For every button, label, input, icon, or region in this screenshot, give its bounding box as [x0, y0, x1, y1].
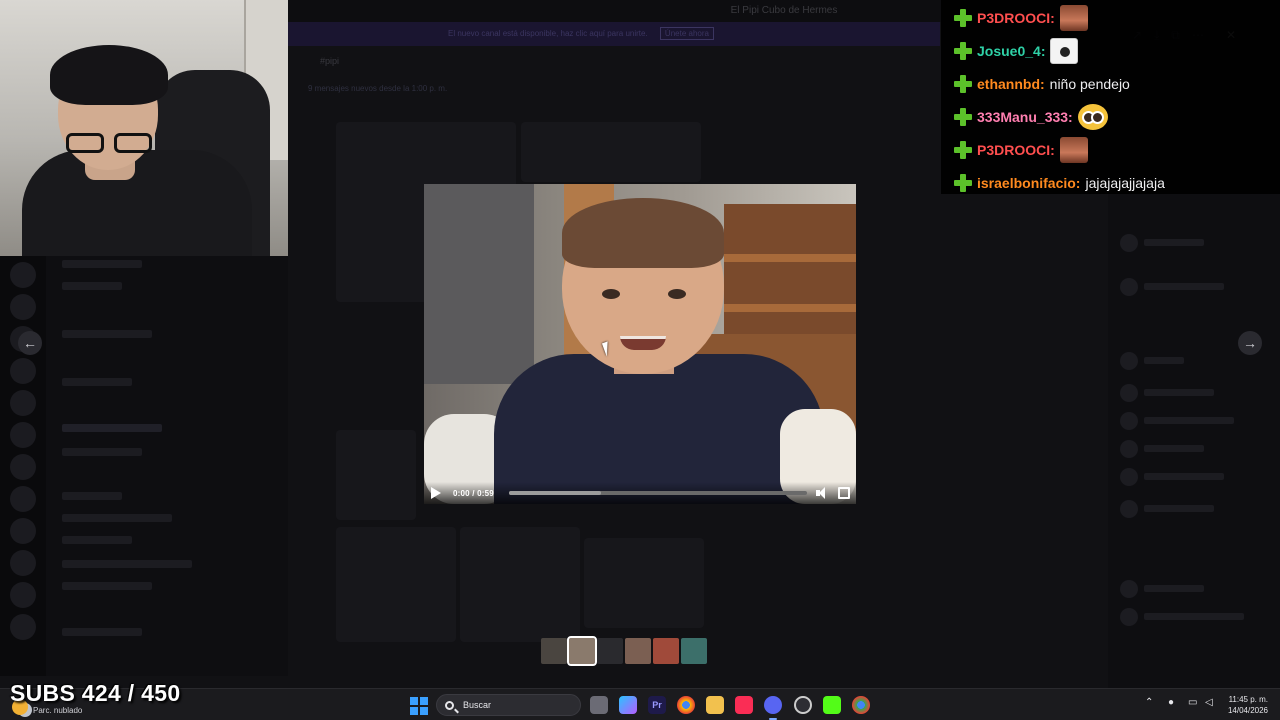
sub-badge-icon: [953, 140, 973, 160]
channel-list: [46, 256, 288, 676]
attachment-thumbnails: [541, 636, 707, 666]
chat-username[interactable]: israelbonifacio:: [977, 175, 1080, 191]
previous-arrow-icon[interactable]: ←: [18, 331, 42, 355]
chat-username[interactable]: P3DROOCI:: [977, 142, 1055, 158]
volume-tray-icon[interactable]: ◁: [1205, 697, 1213, 708]
notice-banner-button[interactable]: Únete ahora: [659, 27, 714, 40]
kick-icon[interactable]: [823, 696, 841, 714]
channel-header: #pipi: [320, 56, 340, 66]
discord-icon[interactable]: [764, 696, 782, 714]
chrome-profile-icon[interactable]: [852, 696, 870, 714]
taskbar-search[interactable]: Buscar: [436, 694, 581, 716]
chat-username[interactable]: P3DROOCI:: [977, 10, 1055, 26]
pleading-emote-icon: [1077, 104, 1108, 130]
thumbnail-selected[interactable]: [567, 636, 597, 666]
ghost-emote-icon: [1050, 38, 1079, 64]
notice-banner-text: El nuevo canal está disponible, haz clic…: [448, 29, 648, 38]
clock-time: 11:45 p. m.: [1228, 695, 1268, 704]
taskbar-clock[interactable]: 11:45 p. m. 14/04/2026: [1224, 694, 1268, 716]
chat-text: niño pendejo: [1049, 76, 1130, 92]
network-icon[interactable]: ▭: [1188, 697, 1197, 708]
sub-badge-icon: [953, 41, 973, 61]
chat-message: ethannbd: niño pendejo: [953, 72, 1130, 96]
chat-text: jajajajajjajaja: [1085, 175, 1165, 191]
chat-username[interactable]: ethannbd:: [977, 76, 1045, 92]
stream-chat: P3DROOCI: Josue0_4: ethannbd: niño pendejo 3…: [941, 0, 1280, 194]
clock-date: 14/04/2026: [1227, 706, 1268, 715]
video-time: 0:00 / 0:59: [453, 488, 494, 498]
face-emote-icon: [1059, 137, 1088, 163]
notice-banner[interactable]: El nuevo canal está disponible, haz clic…: [288, 22, 940, 46]
fullscreen-icon[interactable]: [838, 487, 850, 499]
chat-username[interactable]: Josue0_4:: [977, 43, 1045, 59]
file-explorer-icon[interactable]: [706, 696, 724, 714]
video-controls: 0:00 / 0:59: [424, 482, 856, 504]
chat-message: israelbonifacio: jajajajajjajaja: [953, 171, 1165, 195]
premiere-icon[interactable]: Pr: [648, 696, 666, 714]
thumbnail[interactable]: [597, 638, 623, 664]
sub-badge-icon: [953, 173, 973, 193]
thumbnail[interactable]: [653, 638, 679, 664]
thumbnail[interactable]: [625, 638, 651, 664]
server-list: [0, 256, 46, 676]
screen: El Pipi Cubo de Hermes El nuevo canal es…: [0, 0, 1280, 720]
member-list: [1108, 194, 1280, 688]
face-emote-icon: [1059, 5, 1088, 31]
sub-badge-icon: [953, 107, 973, 127]
video-player[interactable]: 0:00 / 0:59: [424, 184, 856, 504]
video-buffered: [509, 491, 602, 495]
app-icon[interactable]: [794, 696, 812, 714]
tray-overflow-icon[interactable]: ⌃: [1145, 697, 1153, 708]
start-button[interactable]: [410, 697, 428, 715]
chat-message: Josue0_4:: [953, 38, 1079, 64]
search-placeholder: Buscar: [463, 700, 492, 710]
chat-message: P3DROOCI:: [953, 137, 1088, 163]
webcam-overlay: [0, 0, 288, 256]
windows-taskbar: Parc. nublado Buscar Pr ⌃ ● ▭ ◁ 11:45 p.…: [0, 688, 1280, 720]
microphone-icon[interactable]: ●: [1168, 697, 1174, 708]
sub-badge-icon: [953, 74, 973, 94]
weather-text[interactable]: Parc. nublado: [33, 706, 82, 715]
thumbnail[interactable]: [681, 638, 707, 664]
sub-badge-icon: [953, 8, 973, 28]
chat-message: P3DROOCI:: [953, 5, 1088, 31]
chat-message: 333Manu_333:: [953, 104, 1108, 130]
copilot-icon[interactable]: [619, 696, 637, 714]
chrome-icon[interactable]: [677, 696, 695, 714]
subs-counter: SUBS 424 / 450: [10, 680, 181, 706]
chat-username[interactable]: 333Manu_333:: [977, 109, 1073, 125]
music-icon[interactable]: [735, 696, 753, 714]
thumbnail[interactable]: [541, 638, 567, 664]
search-icon: [445, 700, 454, 710]
unread-bar[interactable]: 9 mensajes nuevos desde la 1:00 p. m.: [308, 84, 447, 93]
volume-icon[interactable]: [816, 487, 830, 499]
task-view-icon[interactable]: [590, 696, 608, 714]
play-icon[interactable]: [431, 487, 441, 499]
video-progress-bar[interactable]: [509, 491, 807, 495]
next-arrow-icon[interactable]: →: [1238, 331, 1262, 355]
